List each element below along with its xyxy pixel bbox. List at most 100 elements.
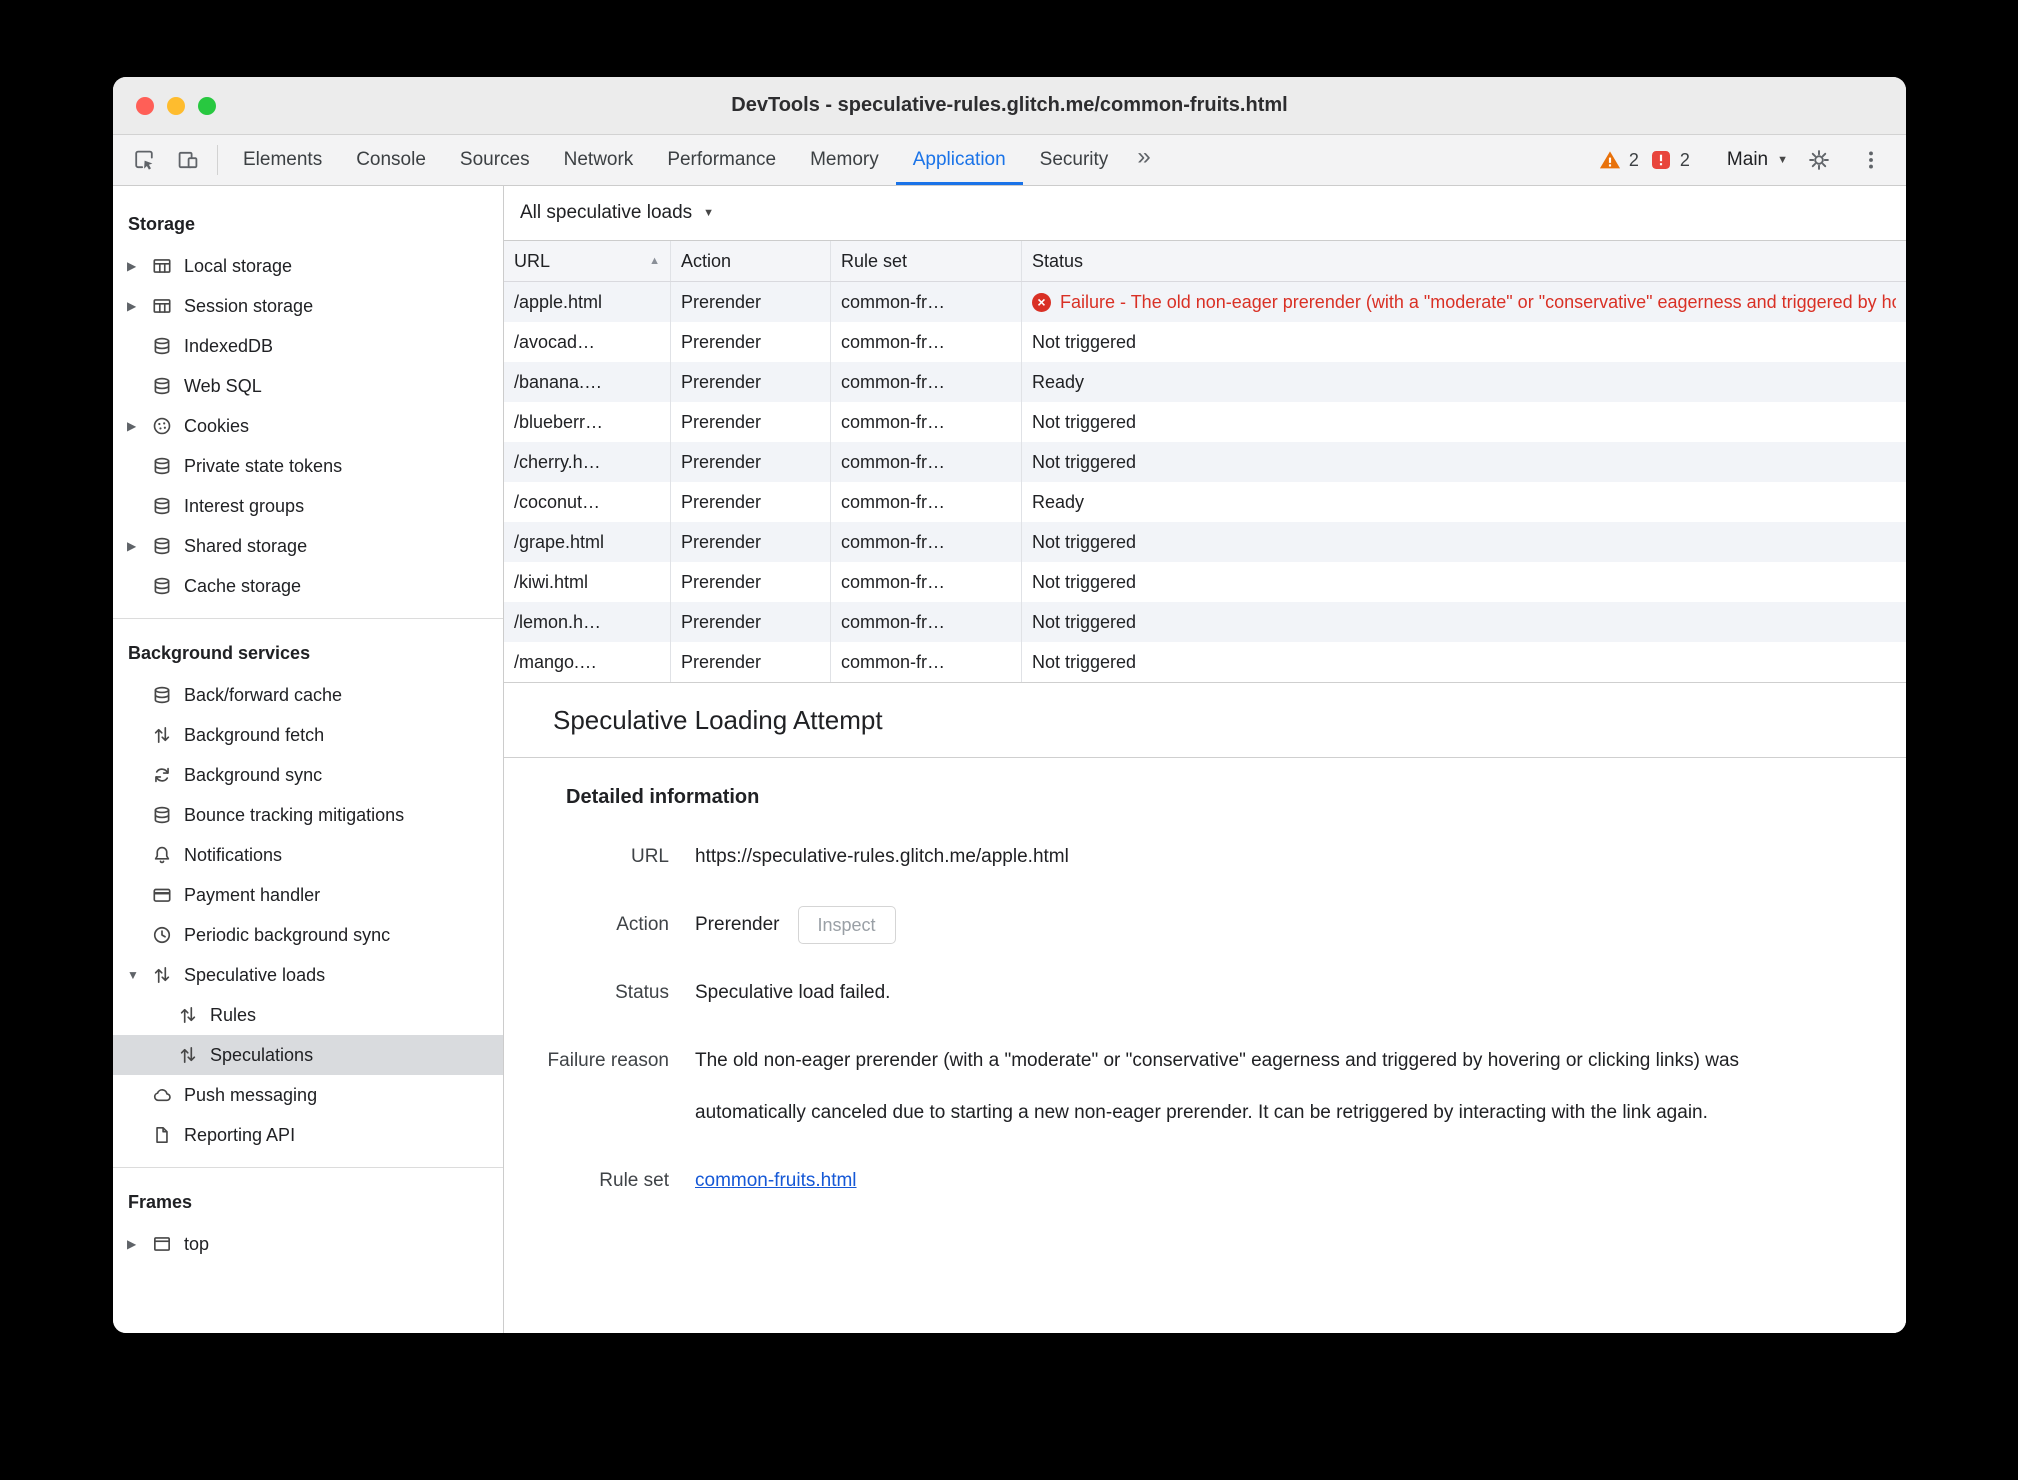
more-tabs-button[interactable]: » — [1125, 135, 1162, 185]
table-row-coconut[interactable]: /coconut… Prerender common-fr… Ready — [504, 482, 1906, 522]
table-row-cherry[interactable]: /cherry.h… Prerender common-fr… Not trig… — [504, 442, 1906, 482]
database-icon — [151, 535, 173, 557]
sidebar-item-payment-handler[interactable]: Payment handler — [113, 875, 503, 915]
sidebar-item-label: Background fetch — [184, 724, 325, 745]
chevron-right-icon[interactable]: ▶ — [127, 419, 151, 433]
speculations-panel: All speculative loads ▼ URL ▲ Action Rul… — [504, 186, 1906, 1333]
url-cell: /kiwi.html — [504, 562, 671, 602]
tab-application[interactable]: Application — [895, 135, 1023, 185]
detail-url-value: https://speculative-rules.glitch.me/appl… — [695, 846, 1069, 867]
sidebar-item-session-storage[interactable]: ▶ Session storage — [113, 286, 503, 326]
action-cell: Prerender — [671, 522, 831, 562]
table-row-apple[interactable]: /apple.html Prerender common-fr… × Failu… — [504, 282, 1906, 322]
sidebar-item-label: Reporting API — [184, 1124, 296, 1145]
sidebar-item-push-messaging[interactable]: Push messaging — [113, 1075, 503, 1115]
titlebar: DevTools - speculative-rules.glitch.me/c… — [113, 77, 1906, 135]
sidebar-item-label: Shared storage — [184, 535, 308, 556]
chevron-right-icon[interactable]: ▶ — [127, 259, 151, 273]
speculative-loads-filter-dropdown[interactable]: All speculative loads ▼ — [520, 202, 714, 224]
column-header-action[interactable]: Action — [671, 241, 831, 281]
detail-row-url: URL https://speculative-rules.glitch.me/… — [504, 831, 1866, 883]
issues-indicator[interactable]: 2 — [1649, 148, 1690, 172]
minimize-button[interactable] — [167, 96, 185, 115]
sidebar-item-label: Background sync — [184, 764, 323, 785]
chevron-right-icon[interactable]: ▶ — [127, 1237, 151, 1251]
sidebar-item-frame-top[interactable]: ▶ top — [113, 1224, 503, 1264]
tab-memory[interactable]: Memory — [793, 135, 896, 185]
javascript-context-selector[interactable]: Main ▼ — [1727, 149, 1788, 171]
sidebar-item-periodic-background-sync[interactable]: Periodic background sync — [113, 915, 503, 955]
kebab-menu-button[interactable] — [1850, 140, 1892, 180]
detail-label: Action — [616, 914, 669, 935]
action-cell: Prerender — [671, 482, 831, 522]
table-row-grape[interactable]: /grape.html Prerender common-fr… Not tri… — [504, 522, 1906, 562]
sidebar-item-shared-storage[interactable]: ▶ Shared storage — [113, 526, 503, 566]
sidebar-item-background-sync[interactable]: Background sync — [113, 755, 503, 795]
chevron-right-icon[interactable]: ▶ — [127, 299, 151, 313]
failure-icon: × — [1032, 292, 1051, 312]
detail-row-action: Action Prerender Inspect — [504, 899, 1866, 951]
sidebar-item-interest-groups[interactable]: Interest groups — [113, 486, 503, 526]
warnings-indicator[interactable]: 2 — [1598, 148, 1639, 172]
device-toolbar-button[interactable] — [167, 140, 209, 180]
inspect-element-button[interactable] — [123, 140, 165, 180]
zoom-button[interactable] — [198, 96, 216, 115]
tab-console[interactable]: Console — [339, 135, 443, 185]
sidebar-item-back-forward-cache[interactable]: Back/forward cache — [113, 675, 503, 715]
desktop-background: DevTools - speculative-rules.glitch.me/c… — [0, 0, 2018, 1480]
sidebar-item-speculative-rules[interactable]: Rules — [113, 995, 503, 1035]
column-label: URL — [514, 250, 551, 271]
table-row-banana[interactable]: /banana.… Prerender common-fr… Ready — [504, 362, 1906, 402]
close-button[interactable] — [136, 96, 154, 115]
column-header-status[interactable]: Status — [1022, 241, 1906, 281]
chevron-right-icon[interactable]: ▶ — [127, 539, 151, 553]
sidebar-item-indexeddb[interactable]: IndexedDB — [113, 326, 503, 366]
sidebar-item-cache-storage[interactable]: Cache storage — [113, 566, 503, 606]
tab-performance[interactable]: Performance — [650, 135, 793, 185]
sidebar-item-speculative-loads[interactable]: ▼ Speculative loads — [113, 955, 503, 995]
tab-security[interactable]: Security — [1023, 135, 1126, 185]
column-header-rule-set[interactable]: Rule set — [831, 241, 1022, 281]
column-label: Status — [1032, 250, 1084, 271]
action-cell: Prerender — [671, 602, 831, 642]
table-icon — [151, 295, 173, 317]
sidebar-item-cookies[interactable]: ▶ Cookies — [113, 406, 503, 446]
detail-label: Status — [615, 982, 669, 1003]
filter-label: All speculative loads — [520, 202, 693, 223]
detail-action-value: Prerender — [695, 914, 780, 935]
column-header-url[interactable]: URL ▲ — [504, 241, 671, 281]
detail-row-failure-reason: Failure reason The old non-eager prerend… — [504, 1035, 1866, 1139]
rule-set-link[interactable]: common-fruits.html — [695, 1170, 857, 1191]
section-divider — [113, 618, 503, 619]
table-row-mango[interactable]: /mango.… Prerender common-fr… Not trigge… — [504, 642, 1906, 682]
url-cell: /avocad… — [504, 322, 671, 362]
tab-sources[interactable]: Sources — [443, 135, 547, 185]
url-cell: /banana.… — [504, 362, 671, 402]
sidebar-item-label: Web SQL — [184, 375, 262, 396]
sidebar-item-private-state-tokens[interactable]: Private state tokens — [113, 446, 503, 486]
table-row-lemon[interactable]: /lemon.h… Prerender common-fr… Not trigg… — [504, 602, 1906, 642]
sidebar-item-local-storage[interactable]: ▶ Local storage — [113, 246, 503, 286]
tab-network[interactable]: Network — [547, 135, 651, 185]
sidebar-item-label: Bounce tracking mitigations — [184, 804, 405, 825]
sidebar-item-speculations[interactable]: Speculations — [113, 1035, 503, 1075]
table-row-avocado[interactable]: /avocad… Prerender common-fr… Not trigge… — [504, 322, 1906, 362]
url-cell: /apple.html — [504, 282, 671, 322]
status-cell: Not triggered — [1032, 451, 1137, 472]
gear-icon — [1807, 148, 1831, 172]
application-sidebar: Storage ▶ Local storage ▶ Session storag… — [113, 186, 504, 1333]
detail-row-rule-set: Rule set common-fruits.html — [504, 1155, 1866, 1207]
table-row-blueberry[interactable]: /blueberr… Prerender common-fr… Not trig… — [504, 402, 1906, 442]
sidebar-item-web-sql[interactable]: Web SQL — [113, 366, 503, 406]
sidebar-item-background-fetch[interactable]: Background fetch — [113, 715, 503, 755]
warning-count: 2 — [1628, 149, 1639, 170]
sidebar-item-reporting-api[interactable]: Reporting API — [113, 1115, 503, 1155]
tab-elements[interactable]: Elements — [226, 135, 339, 185]
inspect-button[interactable]: Inspect — [797, 906, 896, 944]
frame-icon — [151, 1233, 173, 1255]
chevron-down-icon[interactable]: ▼ — [127, 968, 151, 982]
sidebar-item-bounce-tracking-mitigations[interactable]: Bounce tracking mitigations — [113, 795, 503, 835]
table-row-kiwi[interactable]: /kiwi.html Prerender common-fr… Not trig… — [504, 562, 1906, 602]
settings-gear-button[interactable] — [1798, 140, 1840, 180]
sidebar-item-notifications[interactable]: Notifications — [113, 835, 503, 875]
